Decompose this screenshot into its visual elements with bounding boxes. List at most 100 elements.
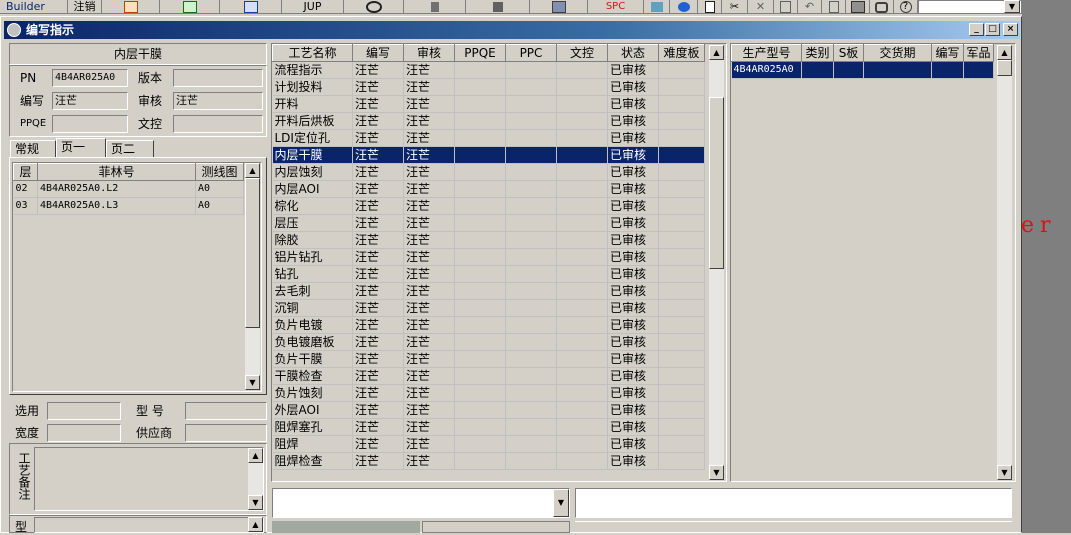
process-name-cell[interactable]: 负电镀磨板 xyxy=(272,333,353,351)
writer-field[interactable]: 汪芒 xyxy=(52,92,128,110)
order-grid-scrollbar[interactable]: ▲ ▼ xyxy=(997,45,1012,480)
table-row[interactable]: 内层蚀刻 汪芒 汪芒 已审核 xyxy=(272,163,705,181)
preview-button[interactable] xyxy=(822,0,846,14)
ppc-cell[interactable] xyxy=(505,214,557,232)
builder-button[interactable]: Builder xyxy=(0,0,68,14)
ppc-cell[interactable] xyxy=(505,367,557,385)
difficulty-cell[interactable] xyxy=(658,316,705,334)
table-row[interactable]: 负片蚀刻 汪芒 汪芒 已审核 xyxy=(272,384,705,402)
layer-cell[interactable]: 02 xyxy=(13,180,38,198)
ppqe-cell[interactable] xyxy=(454,146,506,164)
doc-control-cell[interactable] xyxy=(556,452,608,470)
process-name-cell[interactable]: 外层AOI xyxy=(272,401,353,419)
select-field[interactable] xyxy=(47,402,121,420)
writer-cell[interactable]: 汪芒 xyxy=(352,435,404,453)
writer-cell[interactable]: 汪芒 xyxy=(352,265,404,283)
ppc-cell[interactable] xyxy=(505,435,557,453)
delete-button[interactable]: ✕ xyxy=(748,0,774,14)
pn-field[interactable]: 4B4AR025A0 xyxy=(52,69,128,87)
doc-control-cell[interactable] xyxy=(556,197,608,215)
writer-cell[interactable]: 汪芒 xyxy=(352,367,404,385)
writer-cell[interactable]: 汪芒 xyxy=(352,316,404,334)
writer-cell[interactable]: 汪芒 xyxy=(352,418,404,436)
process-name-cell[interactable]: 内层蚀刻 xyxy=(272,163,353,181)
table-row[interactable]: 负片干膜 汪芒 汪芒 已审核 xyxy=(272,350,705,368)
doc-control-cell[interactable] xyxy=(556,95,608,113)
bottom-right-input[interactable] xyxy=(575,488,1012,518)
status-cell[interactable]: 已审核 xyxy=(607,129,659,147)
process-name-cell[interactable]: 阻焊检查 xyxy=(272,452,353,470)
window-titlebar[interactable]: 编写指示 _ □ × xyxy=(4,21,1020,39)
report-button[interactable] xyxy=(102,0,160,14)
ppc-cell[interactable] xyxy=(505,350,557,368)
process-name-cell[interactable]: 钻孔 xyxy=(272,265,353,283)
ppc-cell[interactable] xyxy=(505,78,557,96)
width-field[interactable] xyxy=(47,424,121,442)
ppqe-cell[interactable] xyxy=(454,350,506,368)
table-row[interactable]: LDI定位孔 汪芒 汪芒 已审核 xyxy=(272,129,705,147)
scroll-down-icon[interactable]: ▼ xyxy=(248,495,263,510)
status-cell[interactable]: 已审核 xyxy=(607,112,659,130)
status-cell[interactable]: 已审核 xyxy=(607,231,659,249)
table-row[interactable]: 计划投料 汪芒 汪芒 已审核 xyxy=(272,78,705,96)
ppqe-cell[interactable] xyxy=(454,231,506,249)
doc-control-cell[interactable] xyxy=(556,282,608,300)
delivery-cell[interactable] xyxy=(863,61,932,79)
status-cell[interactable]: 已审核 xyxy=(607,333,659,351)
ppc-cell[interactable] xyxy=(505,163,557,181)
military-cell[interactable] xyxy=(963,61,994,79)
scroll-down-icon[interactable]: ▼ xyxy=(245,375,260,390)
map-column-header[interactable]: 测线图 xyxy=(195,163,244,181)
word-button[interactable] xyxy=(220,0,282,14)
doc-control-cell[interactable] xyxy=(556,265,608,283)
table-row[interactable]: 棕化 汪芒 汪芒 已审核 xyxy=(272,197,705,215)
review-cell[interactable]: 汪芒 xyxy=(403,418,455,436)
status-cell[interactable]: 已审核 xyxy=(607,367,659,385)
ppqe-cell[interactable] xyxy=(454,299,506,317)
review-cell[interactable]: 汪芒 xyxy=(403,61,455,79)
combo-dropdown-icon[interactable]: ▼ xyxy=(1004,0,1020,13)
layer-column-header[interactable]: 层 xyxy=(13,163,38,181)
table-row[interactable]: 除胶 汪芒 汪芒 已审核 xyxy=(272,231,705,249)
table-row[interactable]: 开料 汪芒 汪芒 已审核 xyxy=(272,95,705,113)
ppqe-cell[interactable] xyxy=(454,316,506,334)
difficulty-cell[interactable] xyxy=(658,248,705,266)
scroll-thumb[interactable] xyxy=(245,178,260,328)
category-header[interactable]: 类别 xyxy=(801,44,834,62)
review-cell[interactable]: 汪芒 xyxy=(403,299,455,317)
writer-cell[interactable]: 汪芒 xyxy=(352,61,404,79)
difficulty-cell[interactable] xyxy=(658,401,705,419)
review-cell[interactable]: 汪芒 xyxy=(403,129,455,147)
writer-cell[interactable]: 汪芒 xyxy=(352,146,404,164)
film-cell[interactable]: 4B4AR025A0.L3 xyxy=(37,197,196,215)
doc-control-cell[interactable] xyxy=(556,401,608,419)
difficulty-cell[interactable] xyxy=(658,95,705,113)
bottom-left-input[interactable] xyxy=(272,488,570,518)
review-cell[interactable]: 汪芒 xyxy=(403,163,455,181)
difficulty-cell[interactable] xyxy=(658,367,705,385)
doc-control-cell[interactable] xyxy=(556,299,608,317)
ppqe-cell[interactable] xyxy=(454,214,506,232)
close-button[interactable]: × xyxy=(1003,23,1018,36)
process-name-cell[interactable]: 层压 xyxy=(272,214,353,232)
ppqe-cell[interactable] xyxy=(454,265,506,283)
review-cell[interactable]: 汪芒 xyxy=(403,265,455,283)
status-cell[interactable]: 已审核 xyxy=(607,350,659,368)
ppqe-field[interactable] xyxy=(52,115,128,133)
writer-cell[interactable]: 汪芒 xyxy=(352,248,404,266)
process-name-cell[interactable]: 去毛刺 xyxy=(272,282,353,300)
computer-button[interactable] xyxy=(530,0,588,14)
ppc-cell[interactable] xyxy=(505,401,557,419)
difficulty-cell[interactable] xyxy=(658,418,705,436)
ppc-cell[interactable] xyxy=(505,61,557,79)
review-cell[interactable]: 汪芒 xyxy=(403,401,455,419)
table-row[interactable]: 4B4AR025A0 xyxy=(731,61,994,79)
review-cell[interactable]: 汪芒 xyxy=(403,231,455,249)
ppc-cell[interactable] xyxy=(505,95,557,113)
process-name-cell[interactable]: 计划投料 xyxy=(272,78,353,96)
ppqe-cell[interactable] xyxy=(454,248,506,266)
film-column-header[interactable]: 菲林号 xyxy=(37,163,196,181)
ppqe-cell[interactable] xyxy=(454,95,506,113)
process-name-cell[interactable]: 负片干膜 xyxy=(272,350,353,368)
status-cell[interactable]: 已审核 xyxy=(607,384,659,402)
